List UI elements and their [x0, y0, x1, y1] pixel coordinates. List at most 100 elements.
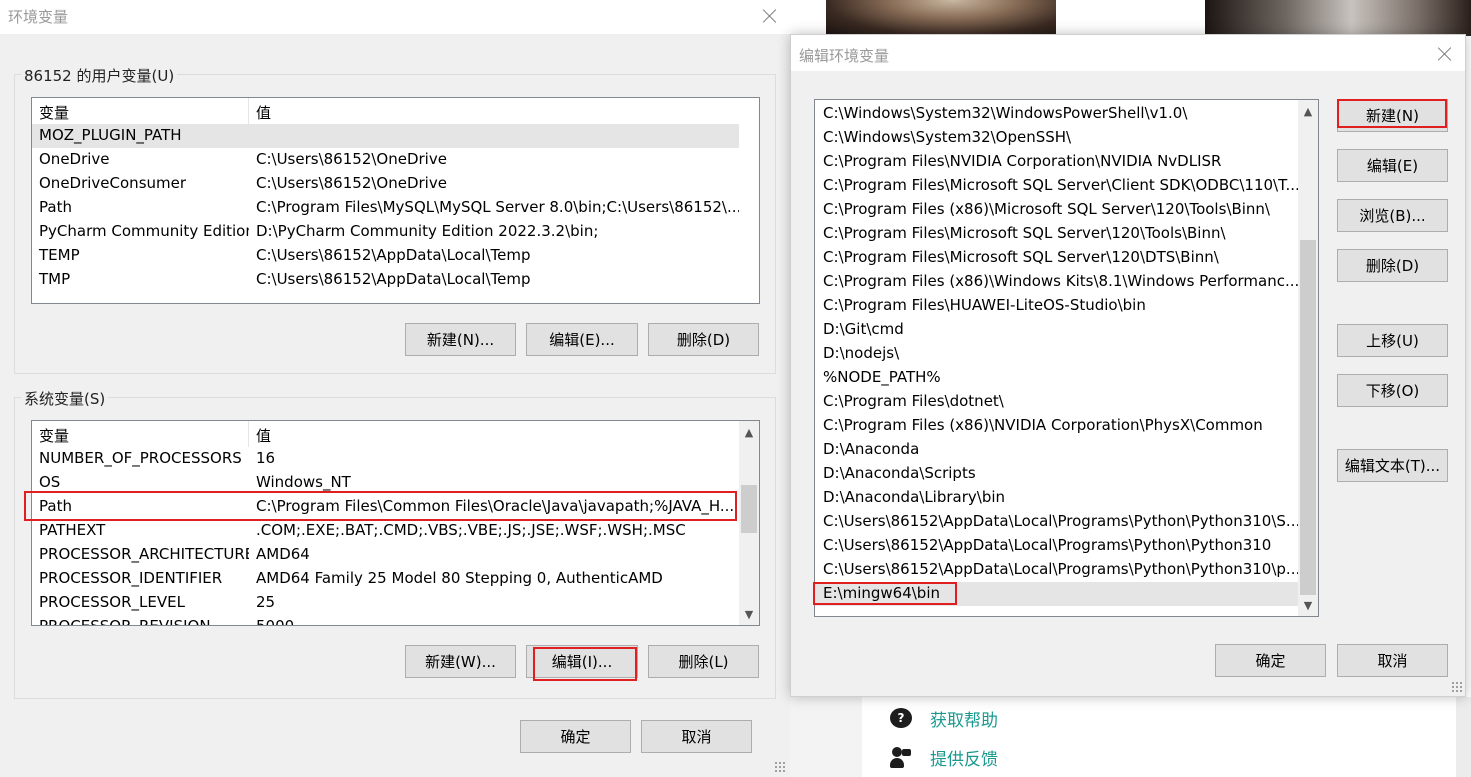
variable-name-cell: PyCharm Community Edition	[39, 222, 249, 240]
scroll-down-icon[interactable]: ▼	[1298, 596, 1318, 614]
scroll-up-icon[interactable]: ▲	[739, 423, 759, 441]
user-edit-button[interactable]: 编辑(E)...	[526, 323, 638, 356]
variable-name-cell: PROCESSOR_IDENTIFIER	[39, 569, 223, 587]
list-item[interactable]: C:\Program Files\NVIDIA Corporation\NVID…	[815, 150, 1298, 174]
ok-button[interactable]: 确定	[1215, 644, 1326, 677]
list-item[interactable]: D:\nodejs\	[815, 342, 1298, 366]
user-new-button[interactable]: 新建(N)...	[405, 323, 516, 356]
delete-entry-button[interactable]: 删除(D)	[1337, 249, 1448, 282]
variable-value-cell: D:\PyCharm Community Edition 2022.3.2\bi…	[256, 222, 599, 240]
table-row[interactable]: TMP C:\Users\86152\AppData\Local\Temp	[32, 268, 739, 292]
list-item[interactable]: C:\Program Files (x86)\Windows Kits\8.1\…	[815, 270, 1298, 294]
cancel-button[interactable]: 取消	[1337, 644, 1448, 677]
scrollbar-thumb[interactable]	[741, 485, 757, 533]
user-variables-list[interactable]: 变量 值 MOZ_PLUGIN_PATH OneDrive C:\Users\861…	[31, 97, 760, 304]
list-item[interactable]: C:\Program Files (x86)\NVIDIA Corporatio…	[815, 414, 1298, 438]
user-delete-button[interactable]: 删除(D)	[648, 323, 759, 356]
list-item[interactable]: C:\Users\86152\AppData\Local\Programs\Py…	[815, 534, 1298, 558]
variable-value-cell: AMD64 Family 25 Model 80 Stepping 0, Aut…	[256, 569, 663, 587]
variable-name-cell: TEMP	[39, 246, 80, 264]
table-row[interactable]: Path C:\Program Files\Common Files\Oracle…	[32, 495, 739, 519]
variable-value-cell: 5000	[256, 617, 295, 626]
background-artwork-left	[826, 0, 1056, 36]
vertical-scrollbar[interactable]: ▲ ▼	[739, 421, 759, 625]
browse-button[interactable]: 浏览(B)...	[1337, 199, 1448, 232]
path-entries-list[interactable]: C:\Windows\System32\WindowsPowerShell\v1…	[814, 99, 1319, 617]
list-item[interactable]: C:\Windows\System32\WindowsPowerShell\v1…	[815, 102, 1298, 126]
variable-name-cell: TMP	[39, 270, 71, 288]
ok-button[interactable]: 确定	[520, 720, 631, 753]
move-down-button[interactable]: 下移(O)	[1337, 374, 1448, 407]
system-variables-list[interactable]: 变量 值 NUMBER_OF_PROCESSORS 16 OS Windows_NT P…	[31, 420, 760, 626]
variable-value-cell: .COM;.EXE;.BAT;.CMD;.VBS;.VBE;.JS;.JSE;.…	[256, 521, 686, 539]
system-delete-button[interactable]: 删除(L)	[648, 645, 759, 678]
scroll-up-icon[interactable]: ▲	[1298, 102, 1318, 120]
environment-variables-dialog: 环境变量 86152 的用户变量(U) 变量 值 MOZ_PLUGIN_PATH…	[0, 0, 790, 777]
table-row[interactable]: TEMP C:\Users\86152\AppData\Local\Temp	[32, 244, 739, 268]
variable-value-cell: AMD64	[256, 545, 310, 563]
list-item[interactable]: E:\mingw64\bin	[815, 582, 1298, 606]
variable-value-cell: C:\Program Files\MySQL\MySQL Server 8.0\…	[256, 198, 739, 216]
table-row[interactable]: PROCESSOR_LEVEL 25	[32, 591, 739, 615]
vertical-scrollbar[interactable]: ▲ ▼	[1298, 100, 1318, 616]
list-item[interactable]: C:\Program Files\Microsoft SQL Server\12…	[815, 222, 1298, 246]
list-item[interactable]: C:\Program Files\Microsoft SQL Server\12…	[815, 246, 1298, 270]
table-row[interactable]: OneDrive C:\Users\86152\OneDrive	[32, 148, 739, 172]
move-up-button[interactable]: 上移(U)	[1337, 324, 1448, 357]
scroll-down-icon[interactable]: ▼	[739, 605, 759, 623]
variable-name-cell: PROCESSOR_ARCHITECTURE	[39, 545, 249, 563]
list-item[interactable]: C:\Program Files\dotnet\	[815, 390, 1298, 414]
variable-value-cell: C:\Program Files\Common Files\Oracle\Jav…	[256, 497, 735, 515]
table-row[interactable]: PROCESSOR_REVISION 5000	[32, 615, 739, 626]
give-feedback-link[interactable]: 提供反馈	[890, 745, 998, 770]
variable-name-cell: PROCESSOR_REVISION	[39, 617, 211, 626]
list-item[interactable]: %NODE_PATH%	[815, 366, 1298, 390]
close-icon[interactable]	[760, 6, 780, 26]
list-header: 变量 值	[32, 98, 739, 124]
list-item[interactable]: D:\Anaconda\Library\bin	[815, 486, 1298, 510]
list-item[interactable]: C:\Windows\System32\OpenSSH\	[815, 126, 1298, 150]
column-header-variable[interactable]: 变量	[32, 98, 249, 124]
table-row[interactable]: PyCharm Community Edition D:\PyCharm Comm…	[32, 220, 739, 244]
variable-name-cell: PATHEXT	[39, 521, 106, 539]
resize-grip-icon[interactable]	[1451, 681, 1463, 693]
table-row[interactable]: PATHEXT .COM;.EXE;.BAT;.CMD;.VBS;.VBE;.JS…	[32, 519, 739, 543]
edit-entry-button[interactable]: 编辑(E)	[1337, 149, 1448, 182]
list-item[interactable]: C:\Program Files\HUAWEI-LiteOS-Studio\bi…	[815, 294, 1298, 318]
list-item[interactable]: C:\Users\86152\AppData\Local\Programs\Py…	[815, 510, 1298, 534]
give-feedback-label: 提供反馈	[930, 750, 998, 770]
cancel-button[interactable]: 取消	[641, 720, 752, 753]
variable-value-cell	[249, 124, 739, 148]
close-icon[interactable]	[1435, 44, 1455, 64]
table-row[interactable]: PROCESSOR_IDENTIFIER AMD64 Family 25 Mode…	[32, 567, 739, 591]
list-item[interactable]: C:\Users\86152\AppData\Local\Programs\Py…	[815, 558, 1298, 582]
table-row[interactable]: OneDriveConsumer C:\Users\86152\OneDrive	[32, 172, 739, 196]
system-new-button[interactable]: 新建(W)...	[405, 645, 516, 678]
list-item[interactable]: D:\Git\cmd	[815, 318, 1298, 342]
get-help-link[interactable]: ? 获取帮助	[890, 706, 998, 731]
vertical-scrollbar[interactable]	[739, 98, 759, 303]
resize-grip-icon[interactable]	[774, 761, 786, 773]
table-row[interactable]: Path C:\Program Files\MySQL\MySQL Server …	[32, 196, 739, 220]
list-item[interactable]: C:\Program Files\Microsoft SQL Server\Cl…	[815, 174, 1298, 198]
system-edit-button[interactable]: 编辑(I)...	[526, 645, 638, 678]
dialog-titlebar: 编辑环境变量	[791, 35, 1465, 71]
table-row[interactable]: OS Windows_NT	[32, 471, 739, 495]
variable-value-cell: Windows_NT	[256, 473, 351, 491]
list-item[interactable]: D:\Anaconda	[815, 438, 1298, 462]
column-header-variable[interactable]: 变量	[32, 421, 249, 447]
column-header-value[interactable]: 值	[249, 421, 739, 447]
column-header-value[interactable]: 值	[249, 98, 739, 124]
new-entry-button[interactable]: 新建(N)	[1337, 99, 1448, 132]
scrollbar-thumb[interactable]	[1300, 240, 1316, 595]
background-scrollbar	[1456, 697, 1471, 777]
table-row[interactable]: NUMBER_OF_PROCESSORS 16	[32, 447, 739, 471]
background-panel	[790, 697, 862, 777]
table-row[interactable]: PROCESSOR_ARCHITECTURE AMD64	[32, 543, 739, 567]
list-item[interactable]: D:\Anaconda\Scripts	[815, 462, 1298, 486]
variable-name-cell: MOZ_PLUGIN_PATH	[39, 126, 182, 144]
edit-environment-variable-dialog: 编辑环境变量 C:\Windows\System32\WindowsPowerS…	[790, 34, 1466, 697]
list-item[interactable]: C:\Program Files (x86)\Microsoft SQL Ser…	[815, 198, 1298, 222]
edit-text-button[interactable]: 编辑文本(T)...	[1337, 449, 1448, 482]
table-row[interactable]: MOZ_PLUGIN_PATH	[32, 124, 739, 148]
